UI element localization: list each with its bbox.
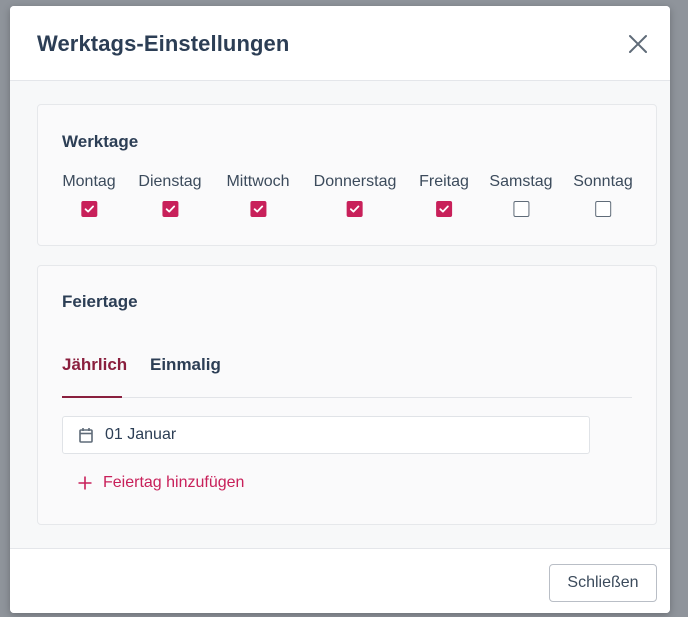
holidays-card: Feiertage Jährlich Einmalig 01 Januar Fe… xyxy=(37,265,657,525)
check-icon xyxy=(84,205,94,213)
checkbox-saturday[interactable] xyxy=(512,201,529,217)
day-label: Samstag xyxy=(489,173,553,190)
workdays-card: Werktage Montag Dienstag Mittwoch Donner… xyxy=(37,104,657,246)
check-icon xyxy=(350,205,360,213)
workdays-title: Werktage xyxy=(62,132,139,151)
dialog-title: Werktags-Einstellungen xyxy=(37,31,290,56)
dialog-header: Werktags-Einstellungen xyxy=(10,6,670,81)
close-button[interactable] xyxy=(625,31,651,57)
day-tuesday: Dienstag xyxy=(138,173,202,217)
holiday-date-field[interactable]: 01 Januar xyxy=(62,416,590,454)
check-icon xyxy=(165,205,175,213)
add-holiday-button[interactable]: Feiertag hinzufügen xyxy=(78,472,244,494)
plus-icon xyxy=(78,476,92,490)
day-wednesday: Mittwoch xyxy=(226,173,290,217)
check-icon xyxy=(253,205,263,213)
check-icon xyxy=(439,205,449,213)
checkbox-friday[interactable] xyxy=(435,201,452,217)
day-label: Donnerstag xyxy=(313,173,397,190)
day-label: Freitag xyxy=(419,173,469,190)
dialog-footer: Schließen xyxy=(10,548,670,613)
calendar-icon xyxy=(79,428,93,443)
day-saturday: Samstag xyxy=(489,173,553,217)
holiday-date-value: 01 Januar xyxy=(105,426,177,443)
checkbox-wednesday[interactable] xyxy=(250,201,266,217)
checkbox-thursday[interactable] xyxy=(347,201,363,217)
tab-one-time[interactable]: Einmalig xyxy=(150,355,221,398)
close-dialog-button[interactable]: Schließen xyxy=(549,564,657,602)
day-monday: Montag xyxy=(62,173,116,217)
day-friday: Freitag xyxy=(419,173,469,217)
checkbox-tuesday[interactable] xyxy=(162,201,178,217)
workday-settings-dialog: Werktags-Einstellungen Werktage Montag D… xyxy=(10,6,670,613)
holiday-tabs: Jährlich Einmalig xyxy=(62,346,632,398)
checkbox-sunday[interactable] xyxy=(594,201,611,217)
checkbox-monday[interactable] xyxy=(81,201,97,217)
tab-yearly[interactable]: Jährlich xyxy=(62,355,127,398)
day-label: Mittwoch xyxy=(226,173,290,190)
close-icon xyxy=(629,35,647,53)
day-label: Dienstag xyxy=(138,173,202,190)
add-holiday-label: Feiertag hinzufügen xyxy=(103,474,245,491)
day-label: Sonntag xyxy=(573,173,633,190)
day-thursday: Donnerstag xyxy=(313,173,397,217)
day-sunday: Sonntag xyxy=(573,173,633,217)
day-label: Montag xyxy=(62,173,116,190)
holidays-title: Feiertage xyxy=(62,292,138,311)
dialog-body: Werktage Montag Dienstag Mittwoch Donner… xyxy=(10,81,670,548)
